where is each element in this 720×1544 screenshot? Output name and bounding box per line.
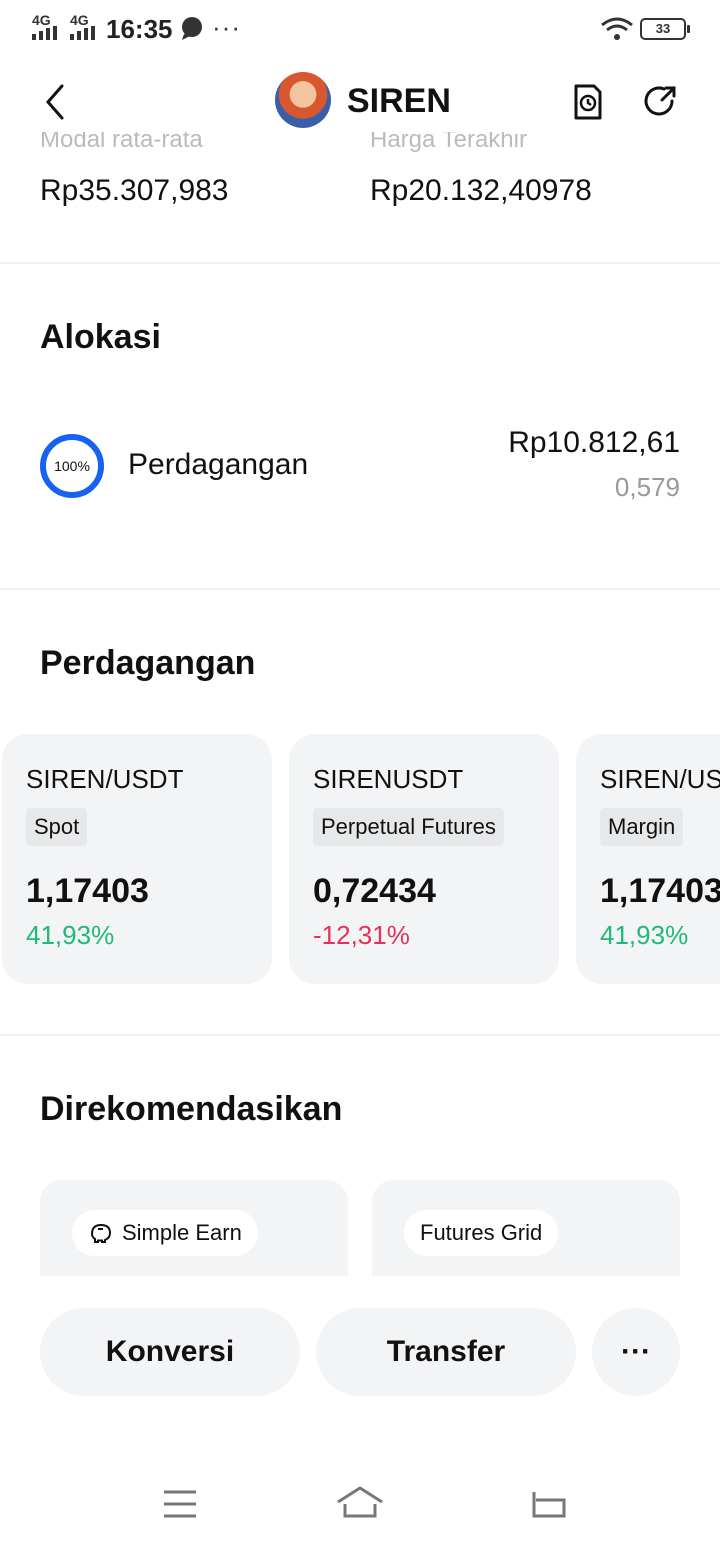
page-title: SIREN [347,82,451,120]
allocation-ring: 100% [40,434,104,498]
more-notifications-icon: ··· [212,12,241,42]
divider [0,588,720,590]
market-type-tag: Margin [600,808,684,846]
allocation-title: Alokasi [40,318,161,356]
allocation-row[interactable]: 100% Perdagangan Rp10.812,61 0,579 [0,400,720,530]
recommended-title: Direkomendasikan [40,1090,343,1128]
pair-price: 1,17403 [26,872,149,910]
coin-avatar [275,72,331,128]
signal-icon [70,26,95,40]
market-type-tag: Perpetual Futures [313,808,504,846]
top-stats-labels: Modal rata-rata Harga Terakhir [0,132,720,162]
convert-button[interactable]: Konversi [40,1308,300,1396]
trading-card-spot[interactable]: SIREN/USDT Spot 1,17403 41,93% [2,734,272,984]
signal-icon [32,26,57,40]
wifi-icon [601,17,633,40]
more-button[interactable]: ··· [592,1308,680,1396]
avg-cost-value: Rp35.307,983 [40,174,229,207]
clock: 16:35 [106,14,173,44]
recommended-card-futures-grid[interactable]: Futures Grid [372,1180,680,1276]
pair-change: 41,93% [600,920,689,950]
market-type-tag: Spot [26,808,88,846]
trading-title: Perdagangan [40,644,256,682]
simple-earn-label: Simple Earn [122,1220,242,1245]
allocation-amount: 0,579 [614,472,680,502]
pair-price: 1,17403 [600,872,720,910]
trading-card-perpetual[interactable]: SIRENUSDT Perpetual Futures 0,72434 -12,… [289,734,559,984]
piggy-bank-icon [90,1223,112,1243]
battery-indicator: 33 [640,18,690,40]
chat-bubble-icon [182,17,202,40]
pair-name: SIREN/USDT [600,764,720,794]
home-icon[interactable] [336,1484,384,1524]
history-document-icon[interactable] [570,84,606,120]
allocation-value: Rp10.812,61 [508,426,680,459]
allocation-label: Perdagangan [128,448,309,481]
back-nav-icon[interactable] [528,1484,568,1524]
status-bar: 4G 4G 16:35 ··· 33 [0,0,720,58]
menu-icon[interactable] [160,1484,200,1524]
futures-grid-chip: Futures Grid [404,1210,559,1256]
simple-earn-chip: Simple Earn [72,1210,258,1256]
pair-name: SIREN/USDT [26,764,184,794]
back-icon[interactable] [38,82,78,122]
recommended-card-simple-earn[interactable]: Simple Earn [40,1180,348,1276]
avg-cost-label: Modal rata-rata [40,132,203,153]
futures-grid-label: Futures Grid [420,1220,543,1245]
last-price-value: Rp20.132,40978 [370,174,592,207]
divider [0,1034,720,1036]
divider [0,262,720,264]
transfer-button[interactable]: Transfer [316,1308,576,1396]
pair-name: SIRENUSDT [313,764,464,794]
pair-change: 41,93% [26,920,115,950]
last-price-label: Harga Terakhir [370,132,527,153]
trading-card-margin[interactable]: SIREN/USDT Margin 1,17403 41,93% [576,734,720,984]
pair-price: 0,72434 [313,872,436,910]
pair-change: -12,31% [313,920,410,950]
share-icon[interactable] [642,84,678,120]
